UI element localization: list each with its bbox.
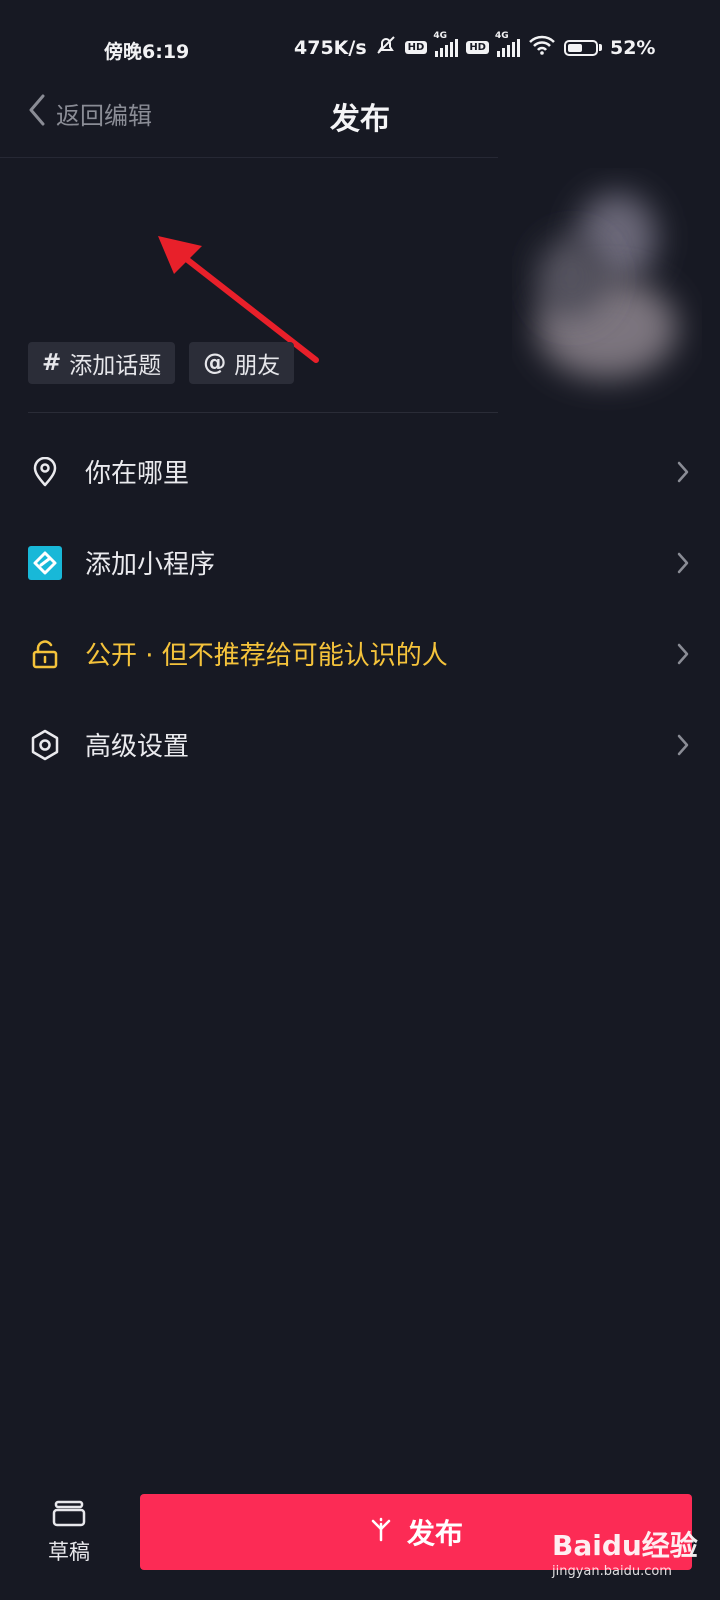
sparkle-icon (369, 1516, 393, 1549)
chip-label: 添加话题 (69, 353, 162, 379)
at-icon: @ (203, 350, 227, 376)
signal-icon: 4G (495, 31, 520, 57)
tag-chips: # 添加话题 @ 朋友 (28, 342, 295, 384)
drafts-button[interactable]: 草稿 (36, 1500, 102, 1566)
status-bar: 傍晚6:19 475K/s HD 4G HD 4G 52% (0, 0, 720, 100)
menu-item-privacy[interactable]: 公开 · 但不推荐给可能认识的人 (0, 608, 720, 699)
menu-label: 公开 · 但不推荐给可能认识的人 (85, 641, 448, 671)
wifi-icon (528, 35, 556, 60)
watermark-brand: Baidu经验 (552, 1529, 698, 1562)
chevron-right-icon (677, 552, 689, 573)
unlock-icon (28, 637, 62, 671)
menu-label: 高级设置 (85, 732, 190, 762)
hashtag-icon: # (42, 350, 62, 376)
menu-item-mini-program[interactable]: 添加小程序 (0, 517, 720, 608)
settings-list: 你在哪里 添加小程序 公开 · 但不推荐给可能认识的人 高级设置 (0, 426, 720, 790)
status-time: 傍晚6:19 (104, 41, 190, 63)
network-type: 4G (494, 30, 509, 41)
menu-item-location[interactable]: 你在哪里 (0, 426, 720, 517)
nav-bar: 返回编辑 发布 (0, 86, 720, 156)
location-pin-icon (28, 455, 62, 489)
menu-label: 你在哪里 (85, 459, 190, 489)
chevron-right-icon (677, 734, 689, 755)
divider (0, 157, 498, 158)
settings-hexagon-icon (28, 728, 62, 762)
battery-level: 52% (609, 36, 656, 59)
chevron-right-icon (677, 643, 689, 664)
chevron-right-icon (677, 461, 689, 482)
signal-icon: 4G (433, 31, 459, 57)
network-type: 4G (433, 30, 447, 41)
menu-item-advanced-settings[interactable]: 高级设置 (0, 699, 720, 790)
drafts-box-icon (52, 1500, 86, 1532)
network-speed: 475K/s (294, 36, 367, 59)
watermark-url: jingyan.baidu.com (552, 1564, 672, 1579)
drafts-label: 草稿 (48, 1540, 90, 1564)
chip-label: 朋友 (234, 353, 281, 379)
add-topic-chip[interactable]: # 添加话题 (28, 342, 176, 384)
menu-label: 添加小程序 (85, 550, 216, 580)
publish-label: 发布 (406, 1517, 463, 1550)
hd-badge: HD (466, 41, 489, 54)
status-icons: 475K/s HD 4G HD 4G 52% (294, 31, 656, 61)
mention-friend-chip[interactable]: @ 朋友 (189, 342, 295, 384)
hd-badge: HD (404, 41, 428, 54)
mute-bell-icon (375, 34, 397, 61)
divider (28, 412, 498, 413)
baidu-watermark: Baidu经验 jingyan.baidu.com (552, 1524, 712, 1594)
mini-program-icon (28, 545, 62, 580)
page-title: 发布 (330, 102, 390, 137)
battery-icon (563, 39, 602, 56)
video-thumbnail[interactable] (512, 168, 702, 418)
